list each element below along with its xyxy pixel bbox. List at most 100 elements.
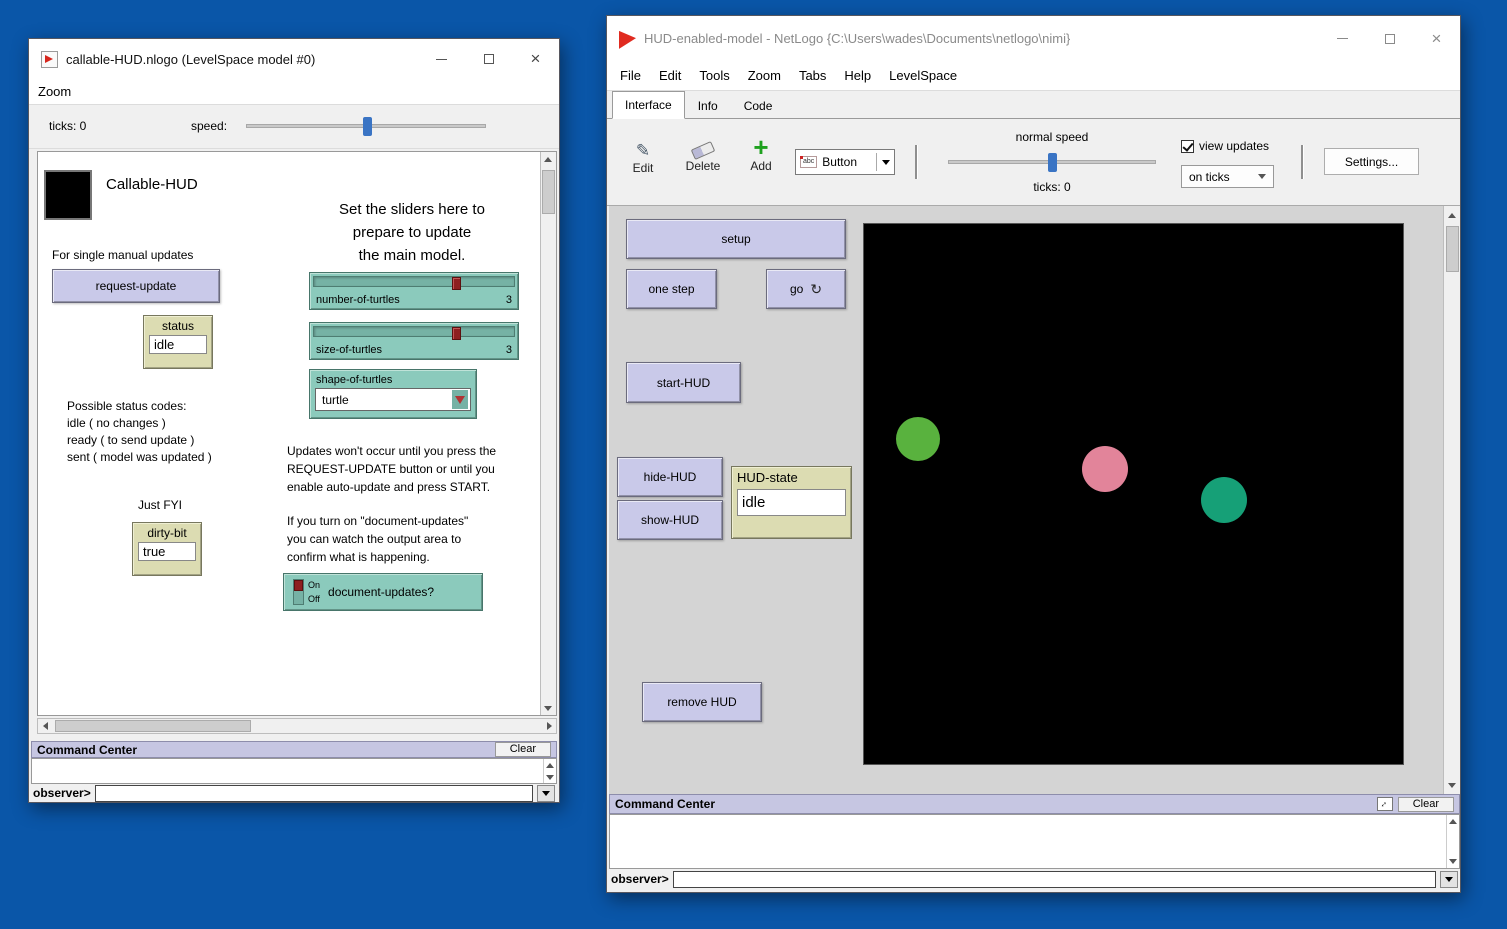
settings-button[interactable]: Settings... bbox=[1324, 148, 1419, 175]
size-of-turtles-label: size-of-turtles bbox=[316, 344, 382, 356]
scroll-down-button[interactable] bbox=[543, 771, 556, 783]
netlogo-main-window: HUD-enabled-model - NetLogo {C:\Users\wa… bbox=[606, 15, 1461, 893]
tab-interface[interactable]: Interface bbox=[612, 91, 685, 119]
chevron-down-icon bbox=[542, 791, 550, 796]
scroll-left-button[interactable] bbox=[38, 719, 52, 733]
menu-zoom[interactable]: Zoom bbox=[29, 84, 80, 99]
close-button[interactable]: × bbox=[1413, 16, 1460, 61]
delete-tool-button[interactable]: Delete bbox=[677, 141, 729, 173]
model-view[interactable] bbox=[863, 223, 1404, 765]
status-monitor: status idle bbox=[143, 315, 213, 369]
scroll-up-button[interactable] bbox=[1445, 208, 1459, 222]
go-button[interactable]: go ↻ bbox=[766, 269, 846, 309]
view-updates-checkbox-row[interactable]: view updates bbox=[1181, 139, 1269, 153]
menu-edit[interactable]: Edit bbox=[650, 68, 690, 83]
scroll-up-button[interactable] bbox=[541, 152, 555, 166]
slider-handle[interactable] bbox=[452, 277, 461, 290]
size-of-turtles-slider[interactable]: size-of-turtles 3 bbox=[309, 322, 519, 360]
menu-file[interactable]: File bbox=[611, 68, 650, 83]
request-update-button[interactable]: request-update bbox=[52, 269, 220, 303]
scrollbar-thumb[interactable] bbox=[542, 170, 555, 214]
shape-of-turtles-value-box[interactable]: turtle bbox=[315, 388, 471, 411]
scrollbar-thumb[interactable] bbox=[55, 720, 251, 732]
command-input[interactable] bbox=[673, 871, 1436, 888]
maximize-button[interactable] bbox=[465, 39, 512, 79]
arrow-left-icon bbox=[43, 722, 48, 730]
clear-button[interactable]: Clear bbox=[1398, 797, 1454, 812]
view-updates-checkbox[interactable] bbox=[1181, 140, 1194, 153]
one-step-button[interactable]: one step bbox=[626, 269, 717, 309]
scroll-down-button[interactable] bbox=[1446, 855, 1459, 868]
left-window-title: callable-HUD.nlogo (LevelSpace model #0) bbox=[66, 52, 315, 67]
hud-state-value: idle bbox=[737, 489, 846, 516]
view-updates-label: view updates bbox=[1199, 139, 1269, 153]
tab-code[interactable]: Code bbox=[731, 93, 786, 118]
close-button[interactable]: × bbox=[512, 39, 559, 79]
scroll-down-button[interactable] bbox=[1445, 778, 1459, 792]
resize-command-center-button[interactable]: ↕ bbox=[1377, 797, 1393, 811]
status-codes-note: Possible status codes: idle ( no changes… bbox=[67, 398, 212, 466]
speed-slider-handle[interactable] bbox=[363, 117, 372, 136]
switch-slot[interactable] bbox=[293, 579, 304, 605]
tab-info[interactable]: Info bbox=[685, 93, 731, 118]
minimize-button[interactable] bbox=[418, 39, 465, 79]
right-titlebar[interactable]: HUD-enabled-model - NetLogo {C:\Users\wa… bbox=[607, 16, 1460, 61]
edit-tool-button[interactable]: ✎ Edit bbox=[619, 141, 667, 175]
menu-levelspace[interactable]: LevelSpace bbox=[880, 68, 966, 83]
canvas-vertical-scrollbar[interactable] bbox=[1443, 206, 1460, 794]
model-title: Callable-HUD bbox=[106, 176, 198, 193]
setup-button[interactable]: setup bbox=[626, 219, 846, 259]
scroll-right-button[interactable] bbox=[542, 719, 556, 733]
start-hud-button[interactable]: start-HUD bbox=[626, 362, 741, 403]
scrollbar-thumb[interactable] bbox=[1446, 226, 1459, 272]
remove-hud-button[interactable]: remove HUD bbox=[642, 682, 762, 722]
content-horizontal-scrollbar[interactable] bbox=[37, 718, 557, 734]
command-history-dropdown[interactable] bbox=[1440, 871, 1458, 888]
shape-of-turtles-chooser[interactable]: shape-of-turtles turtle bbox=[309, 369, 477, 419]
hud-state-label: HUD-state bbox=[737, 470, 846, 485]
output-scrollbar[interactable] bbox=[543, 759, 556, 783]
shape-of-turtles-label: shape-of-turtles bbox=[316, 374, 470, 386]
speed-slider-handle[interactable] bbox=[1048, 153, 1057, 172]
speed-slider[interactable] bbox=[948, 160, 1156, 164]
clear-button[interactable]: Clear bbox=[495, 742, 551, 757]
command-input[interactable] bbox=[95, 785, 533, 802]
switch-onoff-labels: On Off bbox=[308, 580, 320, 605]
show-hud-button[interactable]: show-HUD bbox=[617, 500, 723, 540]
slider-track[interactable] bbox=[313, 276, 515, 287]
switch-handle[interactable] bbox=[294, 580, 303, 591]
arrow-down-icon bbox=[546, 775, 554, 780]
speed-slider[interactable] bbox=[246, 124, 486, 128]
slider-handle[interactable] bbox=[452, 327, 461, 340]
chevron-down-icon bbox=[882, 160, 890, 165]
menu-tools[interactable]: Tools bbox=[690, 68, 738, 83]
command-center-output[interactable] bbox=[609, 814, 1460, 869]
slider-track[interactable] bbox=[313, 326, 515, 337]
maximize-button[interactable] bbox=[1366, 16, 1413, 61]
arrow-up-icon bbox=[546, 763, 554, 768]
widget-type-combobox[interactable]: abc Button bbox=[795, 149, 895, 175]
command-history-dropdown[interactable] bbox=[537, 785, 555, 802]
scroll-up-button[interactable] bbox=[543, 759, 556, 771]
left-titlebar[interactable]: callable-HUD.nlogo (LevelSpace model #0)… bbox=[29, 39, 559, 79]
update-mode-select[interactable]: on ticks bbox=[1181, 165, 1274, 188]
tab-bar: Interface Info Code bbox=[607, 91, 1460, 119]
turtle bbox=[1082, 446, 1128, 492]
minimize-button[interactable] bbox=[1319, 16, 1366, 61]
content-vertical-scrollbar[interactable] bbox=[540, 152, 556, 715]
menu-zoom[interactable]: Zoom bbox=[739, 68, 790, 83]
hide-hud-button[interactable]: hide-HUD bbox=[617, 457, 723, 497]
ticks-counter: ticks: 0 bbox=[948, 180, 1156, 194]
chooser-dropdown-well[interactable] bbox=[452, 390, 468, 409]
document-updates-switch[interactable]: On Off document-updates? bbox=[283, 573, 483, 611]
scroll-down-button[interactable] bbox=[541, 701, 555, 715]
menu-tabs[interactable]: Tabs bbox=[790, 68, 835, 83]
combo-separator bbox=[876, 153, 877, 171]
number-of-turtles-slider[interactable]: number-of-turtles 3 bbox=[309, 272, 519, 310]
output-scrollbar[interactable] bbox=[1446, 815, 1459, 868]
scroll-up-button[interactable] bbox=[1446, 815, 1459, 828]
command-center-output[interactable] bbox=[31, 758, 557, 784]
abc-icon: abc bbox=[800, 156, 817, 168]
add-widget-button[interactable]: + Add bbox=[739, 137, 783, 173]
menu-help[interactable]: Help bbox=[835, 68, 880, 83]
